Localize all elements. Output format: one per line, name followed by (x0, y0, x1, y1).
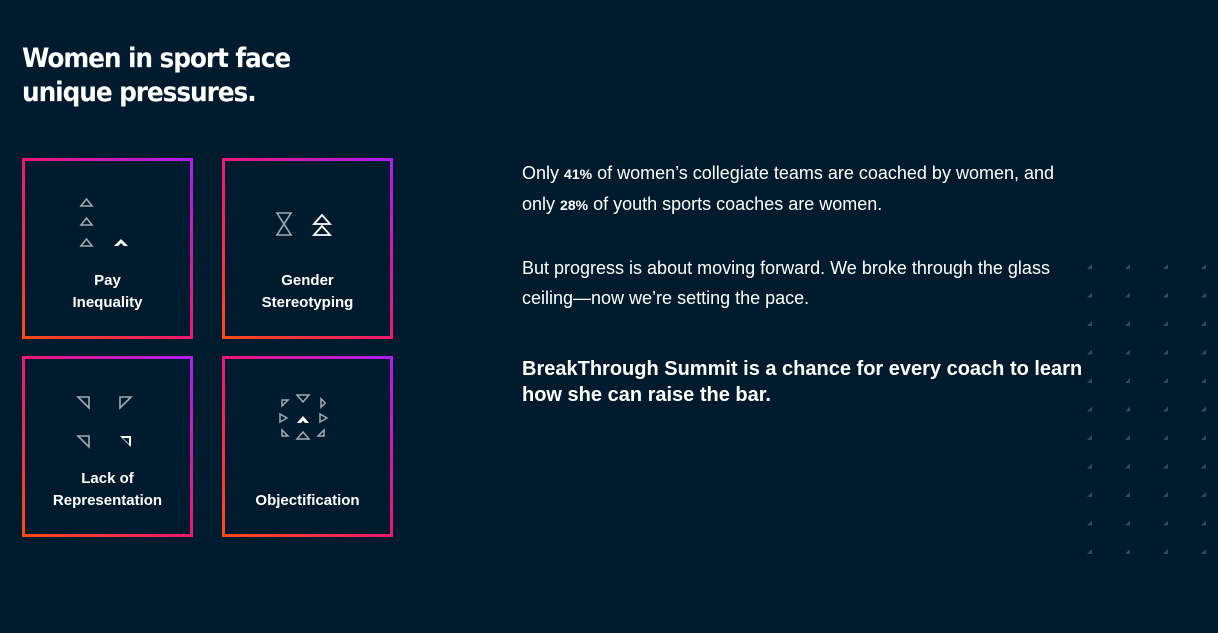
pattern-triangle (1201, 406, 1206, 412)
pattern-triangle (1125, 292, 1130, 298)
triangle-dot-pattern (1087, 264, 1206, 554)
pattern-triangle (1087, 520, 1092, 526)
card-label: Pay Inequality (72, 272, 143, 311)
pattern-triangle (1125, 349, 1130, 355)
triangle-ring-icon (279, 394, 329, 440)
pattern-triangle (1201, 492, 1206, 497)
pattern-triangle (1163, 492, 1168, 497)
stat-percent: 28% (560, 197, 589, 213)
card-gender-stereotyping: Gender Stereotyping (222, 158, 393, 339)
card-label: Objectification (255, 492, 360, 509)
stat-percent: 41% (564, 166, 593, 182)
pattern-triangle (1163, 463, 1168, 469)
pattern-triangle (1125, 492, 1130, 497)
pattern-triangle (1201, 435, 1206, 440)
pattern-triangle (1087, 406, 1092, 412)
pattern-triangle (1163, 520, 1168, 526)
pattern-triangle (1125, 406, 1130, 412)
pattern-triangle (1125, 321, 1130, 326)
progress-paragraph: But progress is about moving forward. We… (522, 258, 1050, 308)
pattern-triangle (1201, 463, 1206, 469)
pattern-triangle (1163, 549, 1168, 554)
stacked-triangles-icon (79, 197, 128, 247)
pattern-triangle (1163, 378, 1168, 383)
pattern-triangle (1125, 520, 1130, 526)
pattern-triangle (1201, 321, 1206, 326)
card-label: Gender Stereotyping (261, 272, 354, 311)
pattern-triangle (1087, 292, 1092, 298)
card-objectification: Objectification (222, 356, 393, 537)
pattern-triangle (1163, 435, 1168, 440)
pattern-triangle (1087, 463, 1092, 469)
pattern-triangle (1163, 292, 1168, 298)
pattern-triangle (1201, 264, 1206, 269)
pattern-triangle (1125, 463, 1130, 469)
pattern-triangle (1087, 435, 1092, 440)
stats-paragraph: Only 41% of women’s collegiate teams are… (522, 163, 1055, 214)
pattern-triangle (1163, 321, 1168, 326)
pattern-triangle (1201, 349, 1206, 355)
headline-line-1: Women in sport face (22, 43, 291, 74)
pattern-triangle (1087, 321, 1092, 326)
pattern-triangle (1125, 264, 1130, 269)
card-label: Lack of Representation (52, 470, 163, 509)
pattern-triangle (1125, 435, 1130, 440)
pattern-triangle (1087, 264, 1092, 269)
pattern-triangle (1125, 378, 1130, 383)
headline-line-2: unique pressures. (22, 77, 257, 108)
summit-cta-paragraph: BreakThrough Summit is a chance for ever… (522, 358, 1083, 406)
pattern-triangle (1201, 549, 1206, 554)
pattern-triangle (1163, 349, 1168, 355)
pattern-triangle (1163, 264, 1168, 269)
pattern-triangle (1201, 292, 1206, 298)
pattern-triangle (1087, 549, 1092, 554)
page-headline: Women in sport face unique pressures. (22, 42, 291, 110)
card-lack-of-representation: Lack of Representation (22, 356, 193, 537)
pattern-triangle (1087, 378, 1092, 383)
pattern-triangle (1163, 406, 1168, 412)
corner-triangles-icon (76, 396, 133, 449)
pattern-triangle (1125, 549, 1130, 554)
pattern-triangle (1201, 520, 1206, 526)
pattern-triangle (1087, 492, 1092, 497)
hourglass-chevron-icon (275, 212, 333, 236)
pattern-triangle (1201, 378, 1206, 383)
pattern-triangle (1087, 349, 1092, 355)
card-pay-inequality: Pay Inequality (22, 158, 193, 339)
